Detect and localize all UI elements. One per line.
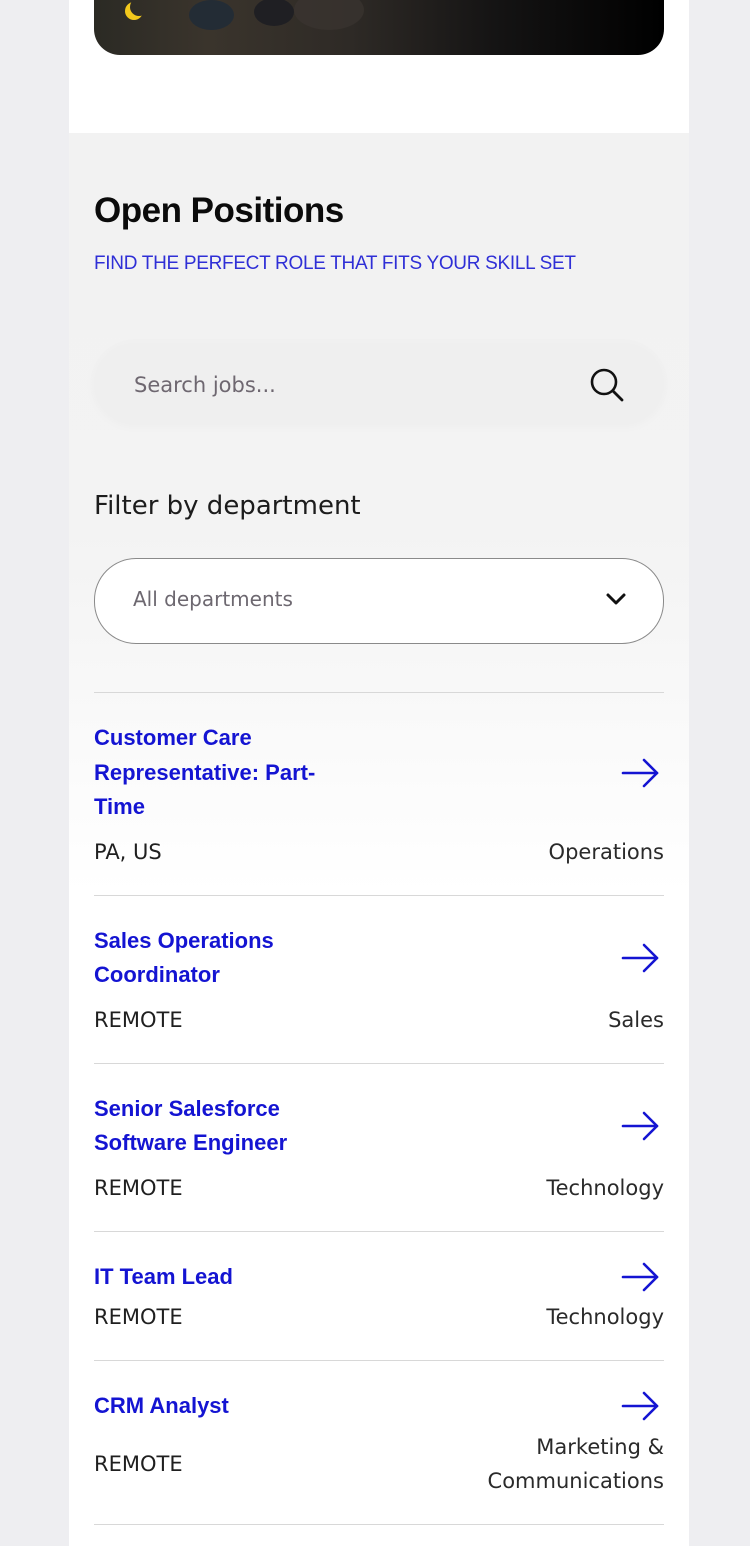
- job-department: Marketing & Communications: [487, 1434, 664, 1493]
- job-department: Technology: [546, 1305, 664, 1329]
- arrow-right-icon[interactable]: [620, 1390, 662, 1422]
- job-location: REMOTE: [94, 1175, 183, 1200]
- job-department: Operations: [548, 839, 664, 864]
- moon-icon: [130, 0, 148, 16]
- job-title-link[interactable]: IT Team Lead: [94, 1260, 364, 1295]
- hero-figure: [189, 0, 234, 30]
- job-item[interactable]: IT Team Lead REMOTE Technology: [94, 1230, 664, 1361]
- department-select[interactable]: All departments: [94, 558, 664, 644]
- filter-label: Filter by department: [94, 491, 361, 521]
- department-select-value: All departments: [133, 587, 293, 611]
- job-location: REMOTE: [94, 1451, 183, 1476]
- search-bar: [94, 343, 664, 427]
- chevron-down-icon: [606, 593, 626, 605]
- search-icon[interactable]: [587, 365, 627, 405]
- job-item[interactable]: Sales Operations Coordinator REMOTE Sale…: [94, 894, 664, 1063]
- arrow-right-icon[interactable]: [620, 1261, 662, 1293]
- job-item[interactable]: Customer Care Representative: Part-Time …: [94, 692, 664, 895]
- hero-image: [94, 0, 664, 55]
- hero-figure: [254, 0, 294, 26]
- hero-section: [69, 0, 689, 133]
- content-column: Open Positions FIND THE PERFECT ROLE THA…: [69, 0, 689, 1546]
- arrow-right-icon[interactable]: [620, 757, 662, 789]
- job-list: Customer Care Representative: Part-Time …: [94, 692, 664, 1525]
- arrow-right-icon[interactable]: [620, 942, 662, 974]
- job-item[interactable]: Senior Salesforce Software Engineer REMO…: [94, 1062, 664, 1231]
- job-department: Technology: [546, 1175, 664, 1200]
- section-title: Open Positions: [94, 191, 344, 230]
- job-title-link[interactable]: CRM Analyst: [94, 1389, 364, 1424]
- job-location: REMOTE: [94, 1305, 183, 1329]
- job-location: REMOTE: [94, 1007, 183, 1032]
- job-title-link[interactable]: Sales Operations Coordinator: [94, 924, 364, 993]
- job-location: PA, US: [94, 839, 162, 864]
- open-positions-section: Open Positions FIND THE PERFECT ROLE THA…: [69, 133, 689, 1546]
- job-item[interactable]: CRM Analyst REMOTE Marketing & Communica…: [94, 1360, 664, 1525]
- job-title-link[interactable]: Senior Salesforce Software Engineer: [94, 1092, 364, 1161]
- search-input[interactable]: [132, 343, 576, 427]
- job-title-link[interactable]: Customer Care Representative: Part-Time: [94, 721, 364, 825]
- arrow-right-icon[interactable]: [620, 1110, 662, 1142]
- job-department: Sales: [608, 1007, 664, 1032]
- section-subtitle: FIND THE PERFECT ROLE THAT FITS YOUR SKI…: [94, 253, 576, 274]
- hero-figure: [294, 0, 364, 30]
